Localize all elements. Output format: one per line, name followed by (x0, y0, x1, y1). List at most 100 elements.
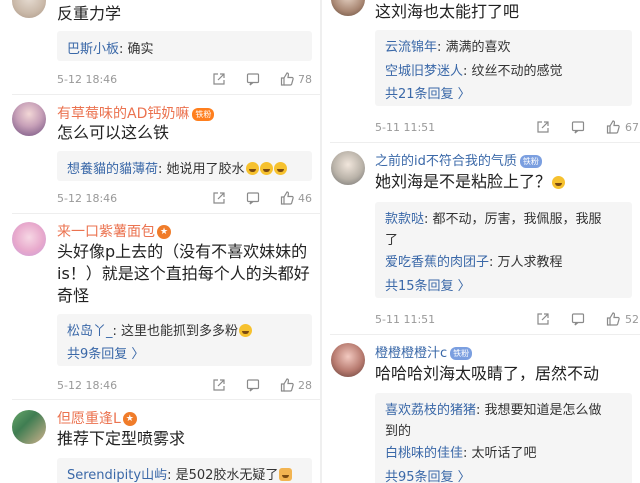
divider (330, 334, 640, 335)
laugh-emoji-icon (552, 176, 566, 189)
reply-box: Serendipity山屿: 是502胶水无疑了 (57, 458, 312, 483)
reply-line: 爱吃香蕉的肉团子: 万人求教程 (385, 251, 563, 270)
username-text: 来一口紫薯面包 (57, 224, 155, 240)
fan-badge: 铁粉 (450, 347, 473, 360)
reply-text: : 她说用了胶水 (158, 162, 245, 177)
comment-text-content: 她刘海是不是粘脸上了？ (375, 172, 552, 191)
comment-username[interactable]: 有草莓味的AD钙奶嘛 铁粉 (57, 103, 215, 123)
reply-line-continued: 了 (385, 233, 399, 248)
reply-username[interactable]: 爱吃香蕉的肉团子 (385, 255, 489, 270)
laugh-emoji-icon (259, 162, 273, 175)
timestamp: 5-11 11:51 (375, 313, 436, 326)
reply-username[interactable]: 空城旧梦迷人 (385, 64, 463, 79)
like-icon[interactable] (606, 312, 620, 326)
reply-box: 巴斯小板: 确实 (57, 31, 312, 61)
timestamp: 5-11 11:51 (375, 121, 436, 134)
laugh-emoji-icon (273, 162, 287, 175)
reply-line-continued: 到的 (385, 424, 412, 439)
reply-text: : 确实 (119, 42, 154, 57)
divider (330, 142, 640, 143)
timestamp: 5-12 18:46 (57, 379, 118, 392)
like-count: 67 (625, 121, 639, 134)
share-icon[interactable] (212, 72, 226, 86)
reply-box: 喜欢荔枝的猪猪: 我想要知道是怎么做 到的 白桃味的佳佳: 太听话了吧 共95条… (375, 393, 632, 483)
reply-text: : 我想要知道是怎么做 (476, 403, 602, 418)
avatar[interactable] (12, 0, 46, 18)
smile-emoji-icon (239, 324, 253, 337)
comment-text-line: 奇怪 (57, 286, 90, 305)
reply-username[interactable]: 想養貓的貓薄荷 (67, 162, 158, 177)
comment-username[interactable]: 来一口紫薯面包 ★ (57, 221, 171, 241)
reply-username[interactable]: 款款哒 (385, 212, 424, 227)
reply-username[interactable]: Serendipity山屿 (67, 468, 167, 483)
reply-text: : 纹丝不动的感觉 (463, 64, 563, 79)
comment-icon[interactable] (246, 72, 260, 86)
avatar[interactable] (331, 0, 365, 16)
like-icon[interactable] (280, 378, 294, 392)
like-icon[interactable] (280, 72, 294, 86)
comment-text: 怎么可以这么铁 (57, 123, 170, 142)
comment-column-right: 这刘海也太能打了吧 云流锦年: 满满的喜欢 空城旧梦迷人: 纹丝不动的感觉 共2… (322, 0, 640, 483)
comment-text: 推荐下定型喷雾求 (57, 429, 186, 448)
comment-text: 哈哈哈刘海太吸睛了，居然不动 (375, 364, 600, 383)
reply-line: 巴斯小板: 确实 (67, 38, 154, 57)
reply-username[interactable]: 巴斯小板 (67, 42, 119, 57)
share-icon[interactable] (536, 120, 550, 134)
reply-text: : 满满的喜欢 (437, 40, 511, 55)
reply-box: 款款哒: 都不动，厉害，我佩服，我服 了 爱吃香蕉的肉团子: 万人求教程 共15… (375, 202, 632, 298)
timestamp: 5-12 18:46 (57, 192, 118, 205)
reply-text: : 太听话了吧 (463, 446, 537, 461)
comment-icon[interactable] (246, 191, 260, 205)
reply-text: : 是502胶水无疑了 (167, 468, 279, 483)
like-icon[interactable] (606, 120, 620, 134)
comment-icon[interactable] (571, 312, 585, 326)
reply-line: 云流锦年: 满满的喜欢 (385, 36, 511, 55)
avatar[interactable] (12, 102, 46, 136)
like-count: 28 (298, 379, 312, 392)
reply-username[interactable]: 喜欢荔枝的猪猪 (385, 403, 476, 418)
reply-box: 云流锦年: 满满的喜欢 空城旧梦迷人: 纹丝不动的感觉 共21条回复 〉 (375, 30, 632, 106)
fan-badge: 铁粉 (519, 155, 542, 168)
reply-username[interactable]: 白桃味的佳佳 (385, 446, 463, 461)
crown-badge-icon: ★ (122, 412, 137, 426)
reply-line: 喜欢荔枝的猪猪: 我想要知道是怎么做 (385, 399, 602, 418)
share-icon[interactable] (536, 312, 550, 326)
laugh-emoji-icon (245, 162, 259, 175)
view-replies-link[interactable]: 共15条回复 〉 (385, 275, 471, 294)
avatar[interactable] (331, 343, 365, 377)
timestamp: 5-12 18:46 (57, 73, 118, 86)
like-count: 46 (298, 192, 312, 205)
comment-username[interactable]: 之前的id不符合我的气质 铁粉 (375, 150, 542, 169)
reply-box: 松岛丫_: 这里也能抓到多多粉 共9条回复 〉 (57, 314, 312, 366)
reply-username[interactable]: 松岛丫_ (67, 324, 113, 339)
comment-text: 她刘海是不是粘脸上了？ (375, 171, 566, 193)
avatar[interactable] (12, 410, 46, 444)
like-count: 52 (625, 313, 639, 326)
share-icon[interactable] (212, 378, 226, 392)
username-text: 橙橙橙橙汁c (375, 346, 448, 361)
share-icon[interactable] (212, 191, 226, 205)
avatar[interactable] (331, 151, 365, 185)
reply-line: 松岛丫_: 这里也能抓到多多粉 (67, 320, 253, 339)
like-count: 78 (298, 73, 312, 86)
reply-text: : 万人求教程 (489, 255, 563, 270)
view-replies-link[interactable]: 共95条回复 〉 (385, 466, 471, 483)
reply-username[interactable]: 云流锦年 (385, 40, 437, 55)
reply-line: 款款哒: 都不动，厉害，我佩服，我服 (385, 208, 602, 227)
username-text: 但愿重逢L (57, 411, 121, 427)
reply-line: 白桃味的佳佳: 太听话了吧 (385, 442, 537, 461)
comment-icon[interactable] (571, 120, 585, 134)
reply-line: 想養貓的貓薄荷: 她说用了胶水 (67, 158, 287, 177)
view-replies-link[interactable]: 共9条回复 〉 (67, 343, 144, 362)
view-replies-link[interactable]: 共21条回复 〉 (385, 83, 471, 102)
comment-column-left: 反重力学 巴斯小板: 确实 5-12 18:46 78 有草莓味的AD钙奶嘛 铁粉… (0, 0, 320, 483)
comment-username[interactable]: 但愿重逢L ★ (57, 408, 137, 428)
comment-icon[interactable] (246, 378, 260, 392)
reply-box: 想養貓的貓薄荷: 她说用了胶水 (57, 151, 312, 181)
avatar[interactable] (12, 222, 46, 256)
cat-emoji-icon (279, 468, 293, 481)
fan-badge: 铁粉 (192, 107, 215, 121)
crown-badge-icon: ★ (157, 225, 171, 239)
like-icon[interactable] (280, 191, 294, 205)
comment-username[interactable]: 橙橙橙橙汁c 铁粉 (375, 342, 473, 361)
